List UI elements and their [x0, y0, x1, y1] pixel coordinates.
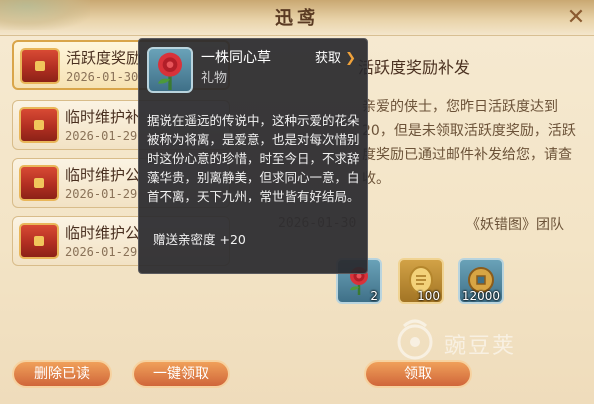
mail-title: 活跃度奖励: [66, 49, 142, 67]
rose-icon: [158, 52, 182, 90]
acquire-link[interactable]: 获取 ❯: [315, 47, 356, 66]
tooltip-description: 据说在遥远的传说中，这种示爱的花朵被称为将离，是爱意，也是对每次惜别时这份心意的…: [147, 113, 360, 204]
reward-count: 12000: [461, 289, 500, 303]
claim-button[interactable]: 领取: [364, 360, 472, 388]
close-icon: ✕: [566, 4, 586, 30]
chevron-right-icon: ❯: [345, 51, 357, 66]
mail-date: 2026-01-30: [66, 70, 139, 84]
mail-detail-signature: 《妖错图》团队: [466, 217, 564, 233]
acquire-label: 获取: [315, 51, 342, 66]
close-button[interactable]: ✕: [560, 2, 592, 32]
chest-icon: [19, 165, 59, 201]
dialog-title: 迅鸢: [275, 8, 319, 29]
mail-date: 2026-01-29: [65, 129, 138, 143]
tooltip-item-slot: [147, 47, 193, 93]
tooltip-item-name: 一株同心草: [201, 50, 271, 66]
claim-all-button[interactable]: 一键领取: [132, 360, 230, 388]
chest-icon: [20, 48, 60, 84]
delete-read-button[interactable]: 删除已读: [12, 360, 112, 388]
reward-count: 2: [370, 289, 378, 303]
mail-dialog: 迅鸢 ✕ 活跃度奖励 2026-01-30 临时维护补 2026-01-29 临…: [0, 0, 594, 404]
reward-count: 100: [417, 289, 440, 303]
reward-slot-token[interactable]: 100: [398, 258, 444, 304]
tooltip-item-type: 礼物: [201, 71, 228, 86]
reward-slot-coin[interactable]: 12000: [458, 258, 504, 304]
mail-date: 2026-01-29: [65, 245, 138, 259]
item-tooltip: 一株同心草 礼物 获取 ❯ 据说在遥远的传说中，这种示爱的花朵被称为将离，是爱意…: [138, 38, 368, 274]
mail-detail-body: 亲爱的侠士，您昨日活跃度达到20，但是未领取活跃度奖励，活跃度奖励已通过邮件补发…: [362, 99, 576, 187]
title-bar: 迅鸢 ✕: [0, 0, 594, 36]
chest-icon: [19, 107, 59, 143]
watermark: 豌豆荚: [386, 318, 566, 364]
mail-title: 临时维护补: [65, 108, 141, 126]
watermark-text: 豌豆荚: [444, 334, 517, 359]
mail-title: 临时维护公: [65, 224, 141, 242]
mail-date: 2026-01-29: [65, 187, 138, 201]
tooltip-bonus: 赠送亲密度 +20: [153, 232, 246, 247]
mail-detail-title: 活跃度奖励补发: [358, 58, 471, 77]
chest-icon: [19, 223, 59, 259]
mail-title: 临时维护公: [65, 166, 141, 184]
watermark-logo-icon: [397, 319, 433, 360]
